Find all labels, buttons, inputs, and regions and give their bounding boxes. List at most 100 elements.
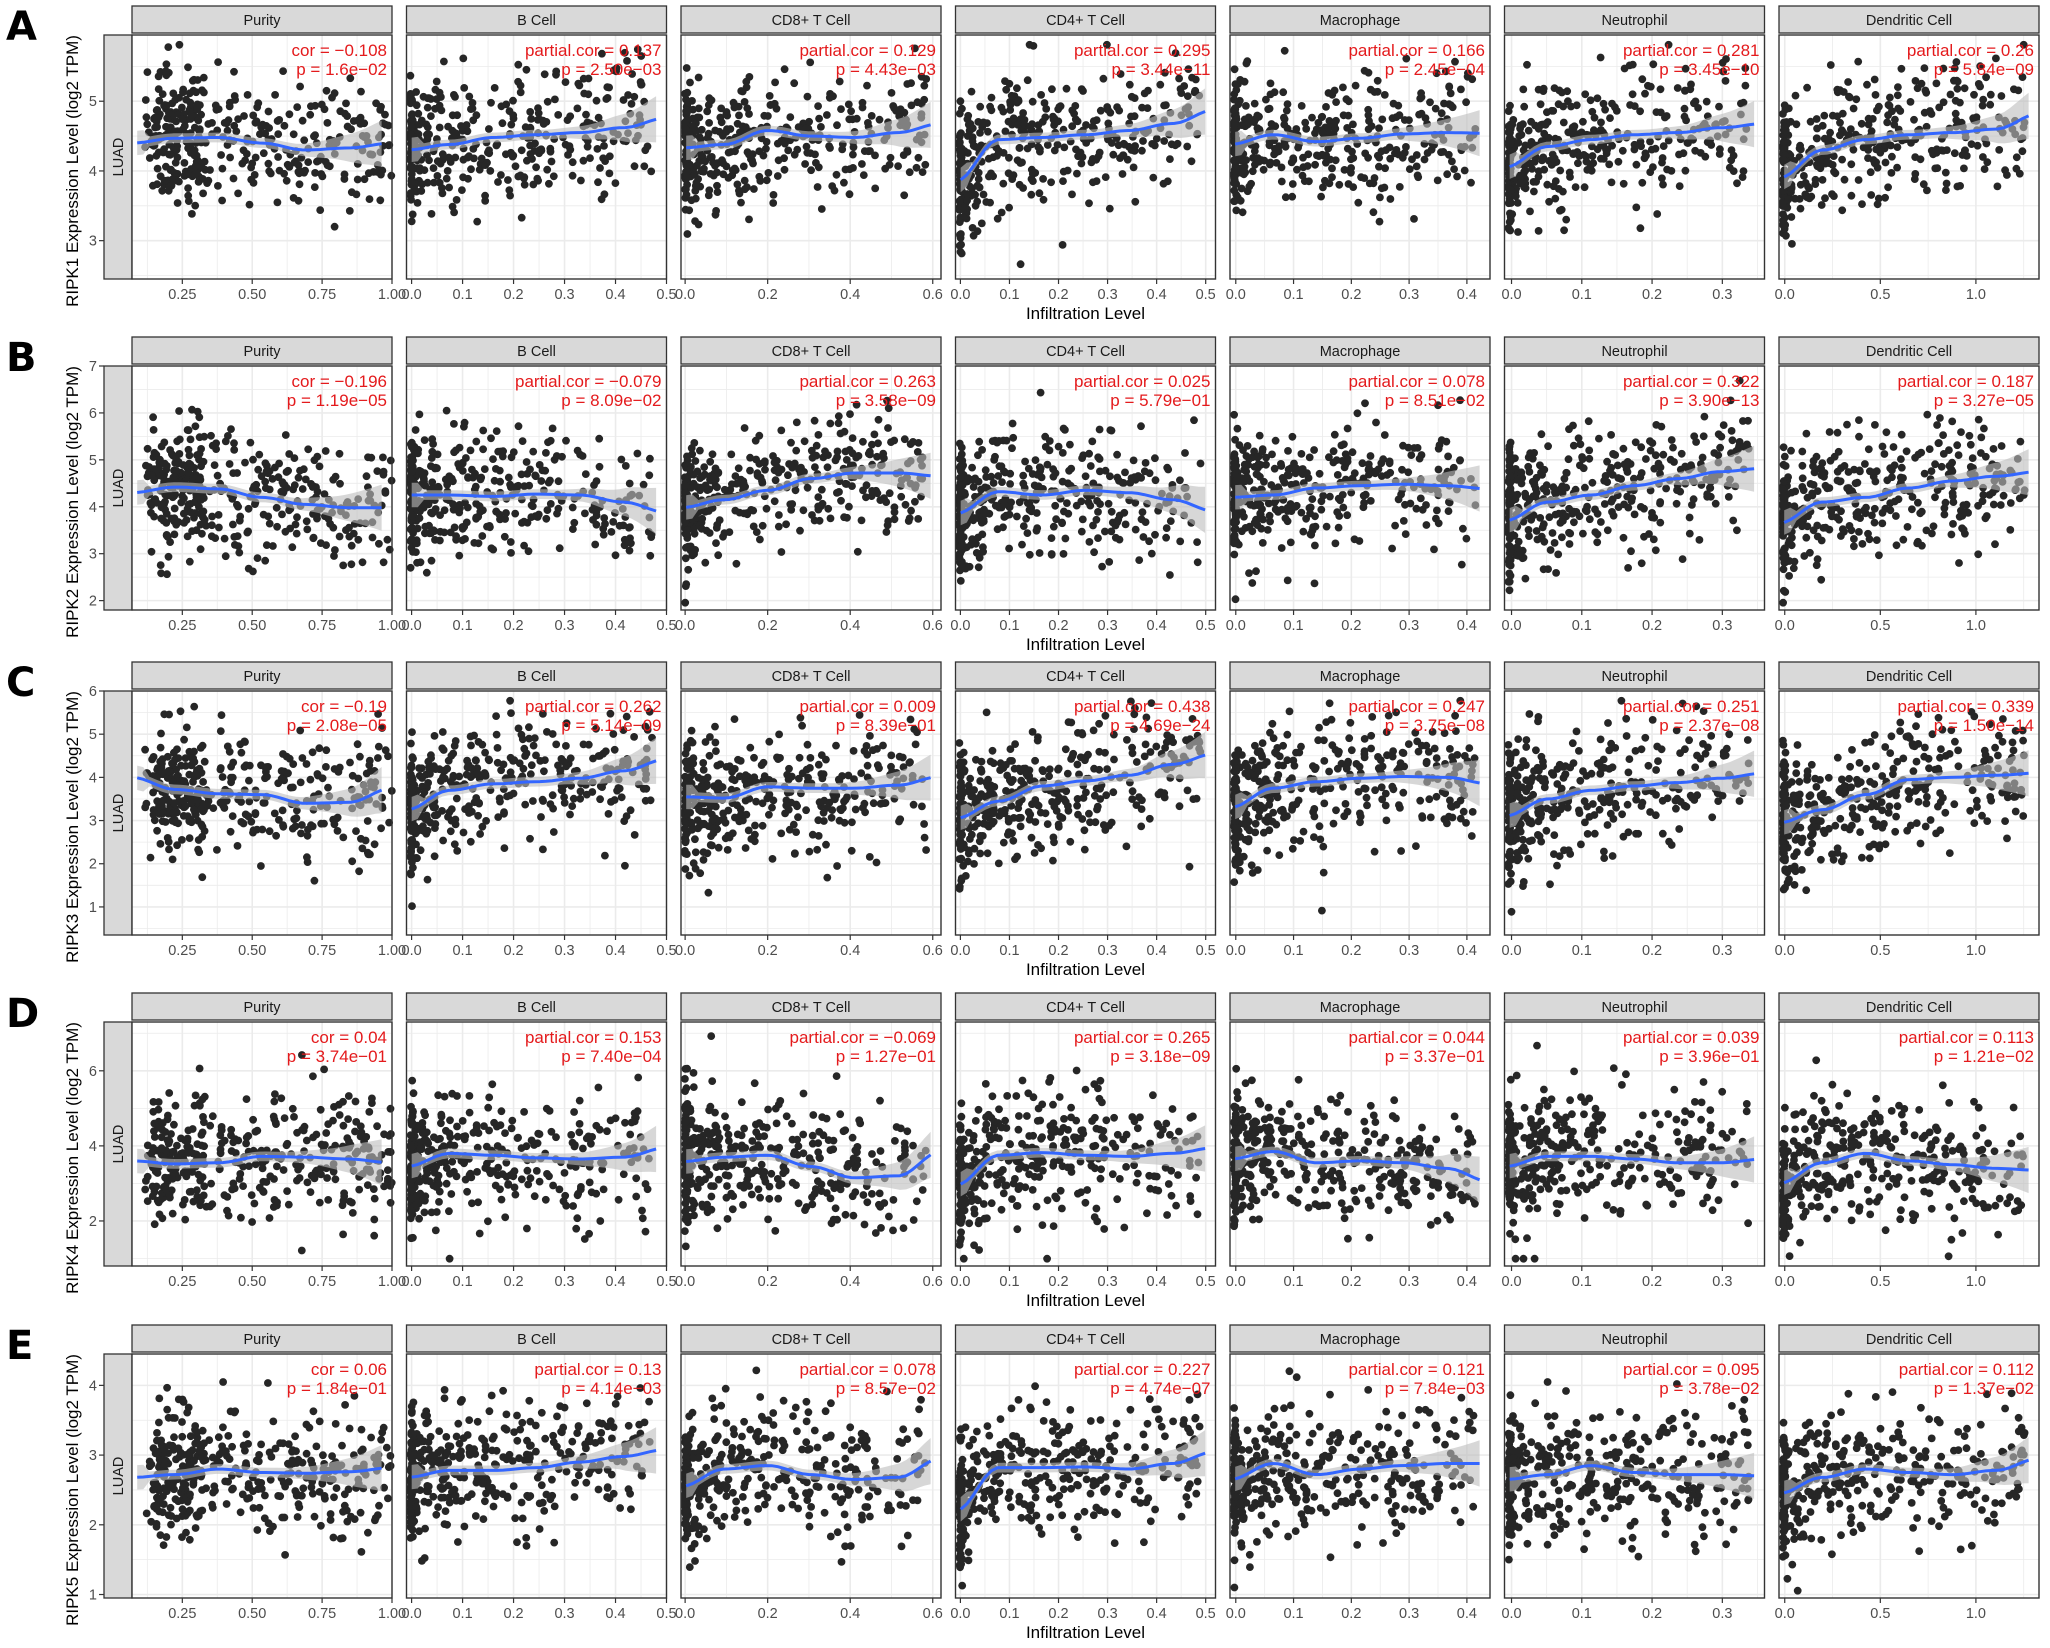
data-point	[595, 462, 604, 471]
panel-purity: Puritycor = −0.196p = 1.19e−050.25 0.50 0.…	[131, 336, 406, 634]
data-point	[1656, 85, 1665, 94]
data-point	[421, 481, 430, 490]
data-point	[235, 548, 244, 557]
data-point	[1058, 477, 1067, 486]
data-point	[188, 210, 196, 218]
data-point	[476, 507, 485, 516]
data-point	[1995, 146, 2004, 154]
x-tick-label: 0.4	[1147, 287, 1167, 303]
data-point	[837, 105, 845, 113]
data-point	[904, 517, 913, 525]
data-point	[546, 436, 555, 445]
data-point	[769, 191, 778, 199]
data-point	[520, 541, 528, 550]
data-point	[863, 81, 871, 90]
data-point	[1361, 399, 1369, 408]
data-point	[1401, 500, 1409, 509]
data-point	[417, 116, 426, 125]
data-point	[866, 450, 874, 459]
data-point	[960, 204, 969, 213]
data-point	[595, 434, 604, 443]
data-point	[1139, 137, 1147, 145]
data-point	[1039, 175, 1047, 183]
data-point	[193, 105, 202, 114]
data-point	[436, 159, 445, 168]
data-point	[265, 519, 274, 528]
data-point	[1328, 173, 1336, 182]
data-point	[165, 491, 174, 500]
data-point	[231, 541, 239, 549]
data-point	[1637, 142, 1645, 151]
data-point	[1242, 59, 1251, 68]
data-point	[543, 97, 552, 106]
data-point	[540, 70, 549, 79]
data-point	[340, 175, 349, 183]
data-point	[1952, 116, 1961, 125]
p-value-label: p = 5.84e−09	[1934, 60, 2034, 79]
data-point	[1298, 171, 1307, 180]
data-point	[685, 206, 694, 215]
data-point	[469, 145, 478, 153]
data-point	[162, 509, 171, 518]
data-point	[976, 129, 984, 137]
data-point	[1606, 114, 1614, 122]
data-point	[143, 120, 152, 129]
x-tick-label: 0.5	[656, 287, 676, 303]
data-point	[978, 446, 986, 454]
data-point	[379, 453, 387, 462]
data-point	[594, 178, 602, 187]
data-point	[752, 455, 760, 464]
data-point	[696, 446, 704, 455]
data-point	[987, 93, 996, 102]
data-point	[1779, 216, 1788, 224]
data-point	[1320, 151, 1328, 160]
data-point	[294, 473, 303, 482]
data-point	[413, 199, 422, 207]
data-point	[1412, 504, 1421, 513]
data-point	[1107, 507, 1116, 516]
data-point	[1141, 518, 1150, 526]
x-tick-label: 0.4	[1147, 618, 1167, 634]
data-point	[406, 71, 415, 80]
data-point	[1272, 148, 1281, 157]
data-point	[814, 431, 823, 439]
data-point	[217, 151, 226, 159]
data-point	[713, 188, 722, 197]
data-point	[1567, 102, 1575, 111]
data-point	[171, 96, 180, 104]
data-point	[1566, 173, 1574, 181]
data-point	[1288, 192, 1297, 201]
data-point	[259, 510, 268, 519]
data-point	[547, 157, 556, 166]
data-point	[1068, 190, 1076, 199]
data-point	[383, 535, 392, 544]
data-point	[814, 102, 822, 110]
column-strip-label: B Cell	[517, 13, 556, 29]
data-point	[1043, 460, 1052, 469]
data-point	[377, 102, 385, 111]
data-point	[1162, 533, 1170, 542]
data-point	[161, 101, 169, 109]
data-point	[732, 479, 741, 488]
data-point	[1392, 146, 1401, 154]
data-point	[1422, 521, 1431, 529]
data-point	[387, 171, 396, 180]
data-point	[166, 150, 175, 159]
data-point	[760, 459, 769, 467]
data-point	[1277, 505, 1286, 514]
data-point	[1002, 511, 1010, 520]
data-point	[1858, 200, 1866, 209]
data-point	[1330, 86, 1339, 95]
data-point	[1373, 76, 1382, 85]
data-point	[342, 99, 350, 108]
data-point	[1060, 507, 1068, 516]
data-point	[1125, 80, 1134, 89]
data-point	[1569, 150, 1578, 159]
data-point	[1116, 154, 1124, 163]
data-point	[1045, 446, 1054, 455]
data-point	[1359, 491, 1368, 500]
data-point	[463, 503, 472, 512]
data-point	[968, 475, 977, 484]
panel-macrophage: Macrophagepartial.cor = 0.166p = 2.45e−0…	[1226, 5, 1491, 303]
data-point	[316, 206, 325, 215]
